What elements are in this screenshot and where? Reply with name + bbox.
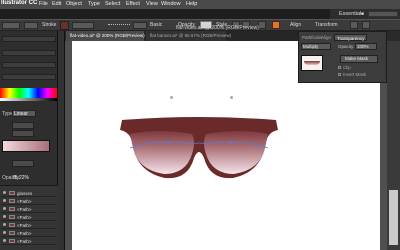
stroke-label: Stroke: [42, 22, 57, 28]
align-icon[interactable]: [258, 21, 266, 29]
eye-icon[interactable]: [3, 207, 6, 210]
layer-name: <Path>: [17, 239, 32, 244]
tools-strip: [58, 31, 65, 250]
eye-icon[interactable]: [3, 191, 6, 194]
eye-icon[interactable]: [3, 239, 6, 242]
menu-view[interactable]: View: [146, 1, 158, 7]
layer-name: <Path>: [17, 231, 32, 236]
menu-help[interactable]: Help: [186, 1, 197, 7]
scrollbar-thumb[interactable]: [389, 190, 398, 245]
layer-name: <Path>: [17, 223, 32, 228]
menu-edit[interactable]: Edit: [52, 1, 61, 7]
gradient-slider[interactable]: [2, 140, 50, 152]
invert-mask-label: Invert Mask: [343, 72, 367, 77]
layer-row[interactable]: <Path>: [1, 238, 57, 245]
recolor-artwork-icon[interactable]: [272, 21, 280, 29]
black-white-ramp[interactable]: [0, 98, 57, 101]
anchor-point[interactable]: [230, 96, 233, 99]
clip-checkbox[interactable]: [338, 66, 341, 69]
layer-thumbnail: [9, 239, 15, 243]
panel-row[interactable]: [2, 50, 56, 56]
menu-file[interactable]: File: [39, 1, 48, 7]
eye-icon[interactable]: [3, 199, 6, 202]
layer-group-row[interactable]: glasses: [1, 190, 57, 197]
gradient-type-value: Linear: [14, 111, 28, 117]
tab-transparency[interactable]: Transparency: [334, 34, 368, 41]
layer-row[interactable]: <Path>: [1, 206, 57, 213]
panel-menu-icon[interactable]: [362, 21, 370, 29]
menu-object[interactable]: Object: [66, 1, 82, 7]
chevron-down-icon[interactable]: [360, 13, 364, 15]
layer-thumbnail: [9, 207, 15, 211]
isolate-icon[interactable]: [350, 21, 358, 29]
layer-thumbnail: [9, 231, 15, 235]
layer-thumbnail: [9, 199, 15, 203]
make-mask-label: Make Mask: [345, 56, 369, 61]
app-name: llustrator CC: [1, 0, 38, 6]
align-label[interactable]: Align: [290, 22, 301, 28]
layer-name: <Path>: [17, 207, 32, 212]
layer-thumbnail: [9, 191, 15, 195]
tab-flat-video[interactable]: flat-video.ai* @ 200% (RGB/Preview): [66, 31, 145, 41]
fill-options[interactable]: [24, 22, 38, 29]
right-panel-strip: [387, 31, 400, 41]
blend-mode-value: Multiply: [303, 44, 319, 49]
transparency-opacity-label: Opacity:: [338, 44, 355, 49]
layer-row[interactable]: <Path>: [1, 222, 57, 229]
menu-select[interactable]: Select: [105, 1, 120, 7]
search-input[interactable]: [368, 11, 398, 17]
eye-icon[interactable]: [3, 223, 6, 226]
invert-mask-checkbox[interactable]: [338, 73, 341, 76]
menu-type[interactable]: Type: [88, 1, 100, 7]
aspect-field[interactable]: [12, 130, 34, 137]
brush-label: Basic: [150, 22, 163, 28]
gradient-stop-field[interactable]: [12, 160, 34, 167]
layer-name: <Path>: [17, 215, 32, 220]
stroke-weight-field[interactable]: [72, 22, 94, 29]
sunglasses-artwork[interactable]: [118, 112, 280, 190]
menu-window[interactable]: Window: [161, 1, 181, 7]
angle-field[interactable]: [12, 122, 34, 129]
eye-icon[interactable]: [3, 231, 6, 234]
panel-row[interactable]: [2, 74, 56, 80]
brush-definition-dropdown[interactable]: [133, 22, 147, 29]
anchor-point[interactable]: [170, 96, 173, 99]
fill-selector[interactable]: [2, 22, 20, 29]
panel-row[interactable]: [2, 36, 56, 42]
layer-name: <Path>: [17, 199, 32, 204]
clip-label: Clip: [343, 65, 351, 70]
panel-row[interactable]: [2, 62, 56, 68]
eye-icon[interactable]: [3, 215, 6, 218]
menu-effect[interactable]: Effect: [126, 1, 140, 7]
color-spectrum[interactable]: [0, 88, 57, 98]
thumbnail-glasses: [304, 61, 320, 65]
tab-align[interactable]: Align: [319, 34, 333, 41]
stroke-color-swatch[interactable]: [60, 21, 69, 30]
transform-label[interactable]: Transform: [315, 22, 338, 28]
layer-name: glasses: [17, 191, 33, 196]
transparency-opacity-value: 100%: [357, 44, 369, 49]
tab-flat-banner[interactable]: flat banner.ai* @ 66.67% (RGB/Preview): [146, 31, 231, 41]
layer-row[interactable]: <Path>: [1, 198, 57, 205]
layer-row[interactable]: <Path>: [1, 230, 57, 237]
layer-thumbnail: [9, 223, 15, 227]
layer-thumbnail: [9, 215, 15, 219]
layer-row[interactable]: <Path>: [1, 214, 57, 221]
brush-preview: [108, 24, 130, 26]
location-value[interactable]: 75.22%: [12, 175, 29, 181]
